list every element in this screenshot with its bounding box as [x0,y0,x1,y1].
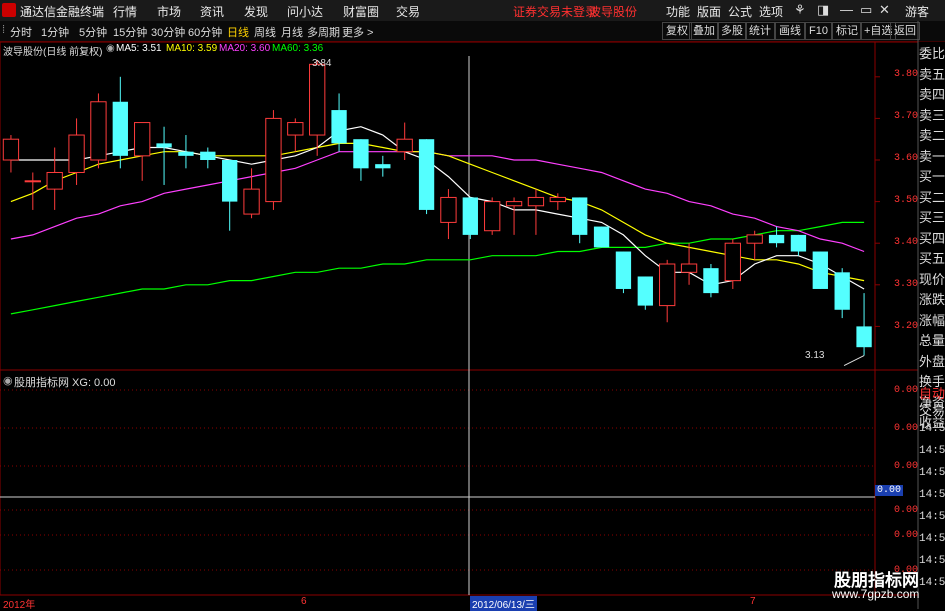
candle-body-down [834,272,850,310]
side-label-buy2: 买二 [919,190,945,205]
candle-body-up [68,134,85,173]
candle-body-up [90,101,107,161]
candle-body-up [680,263,698,273]
candle-body-up [724,242,741,282]
candle-body-down [156,143,172,148]
side-label-buy3: 买三 [919,210,945,225]
side-label-sell3: 卖三 [919,108,945,123]
tick-time: 14:56 [919,445,945,457]
candle-body-down [812,251,828,289]
indicator-tick: 0.00 [894,461,919,472]
side-label-pct: 涨幅 [919,313,945,328]
trade-label[interactable]: 交易 [919,403,945,418]
candle-body-down [856,326,872,348]
tick-time: 14:56 [919,423,945,435]
price-tick: 3.50 [894,195,919,206]
candle-body-down [593,226,610,248]
candle-body-up [46,171,63,190]
candle-body-up [134,122,151,157]
indicator-tick: 0.00 [894,385,919,396]
auto-trade-label[interactable]: 自动 [919,386,945,401]
low-marker [843,355,865,366]
price-tick: 3.20 [894,321,919,332]
side-label-outer: 外盘 [919,354,945,369]
price-tick: 3.70 [894,111,919,122]
side-label-buy4: 买四 [919,231,945,246]
indicator-collapse-icon[interactable]: ◉ [3,374,13,387]
side-label-sell4: 卖四 [919,87,945,102]
kline-chart[interactable] [0,0,945,609]
candle-body-down [222,160,238,202]
side-label-sell1: 卖一 [919,149,945,164]
candle-body-up [527,196,545,207]
indicator-tick: 0.00 [894,505,919,516]
side-label-price: 现价 [919,272,945,287]
side-label-buy5: 买五 [919,251,945,266]
candle-body-up [243,188,260,215]
candle-body-down [112,101,128,156]
high-price-label: 3.84 [312,58,332,69]
candle-body-up [287,122,304,136]
tick-time: 14:56 [919,511,945,523]
candle-body-up [549,196,566,203]
candle-body-down [615,251,632,289]
price-tick: 3.60 [894,153,919,164]
candle-body-down [703,268,719,294]
candle-body-up [24,180,41,183]
side-label-weibi: 委比 [919,46,945,61]
candle-body-down [200,151,216,160]
candle-body-down [790,234,807,252]
candle-body-down [637,276,653,306]
candle-body-up [2,138,20,161]
candle-body-down [178,151,194,156]
watermark-url: www.7gpzb.com [832,587,920,601]
candle-body-up [505,201,523,207]
candle-body-down [375,164,391,169]
price-tick: 3.80 [894,69,919,80]
tick-time: 14:56 [919,489,945,501]
candle-body-down [572,197,588,235]
ma20-line [10,151,865,253]
indicator-tick: 0.00 [894,423,919,434]
candle-body-down [418,139,435,210]
tick-time: 14:56 [919,533,945,545]
candle-body-up [309,63,326,136]
side-label-buy1: 买一 [919,169,945,184]
candle-body-up [265,117,282,203]
price-tick: 3.30 [894,279,919,290]
indicator-tick: 0.00 [894,530,919,541]
x-axis-month6: 6 [301,596,307,607]
price-tick: 3.40 [894,237,919,248]
x-axis-month7: 7 [750,596,756,607]
candle-body-down [353,139,369,169]
indicator-current-value: 0.00 [875,485,904,496]
candle-body-up [659,263,676,307]
candle-body-down [768,234,785,244]
candle-body-down [331,110,347,144]
side-label-volume: 总量 [919,333,945,348]
candle-body-up [484,201,501,232]
candle-body-up [746,234,763,244]
side-label-sell2: 卖二 [919,128,945,143]
side-label-sell5: 卖五 [919,67,945,82]
low-price-label: 3.13 [805,350,825,361]
candle-body-down [462,197,478,235]
indicator-title: 股朋指标网 XG: 0.00 [14,377,116,389]
candle-body-up [396,138,413,153]
tick-time: 14:56 [919,467,945,479]
side-label-change: 涨跌 [919,292,945,307]
candle-body-up [440,196,457,223]
